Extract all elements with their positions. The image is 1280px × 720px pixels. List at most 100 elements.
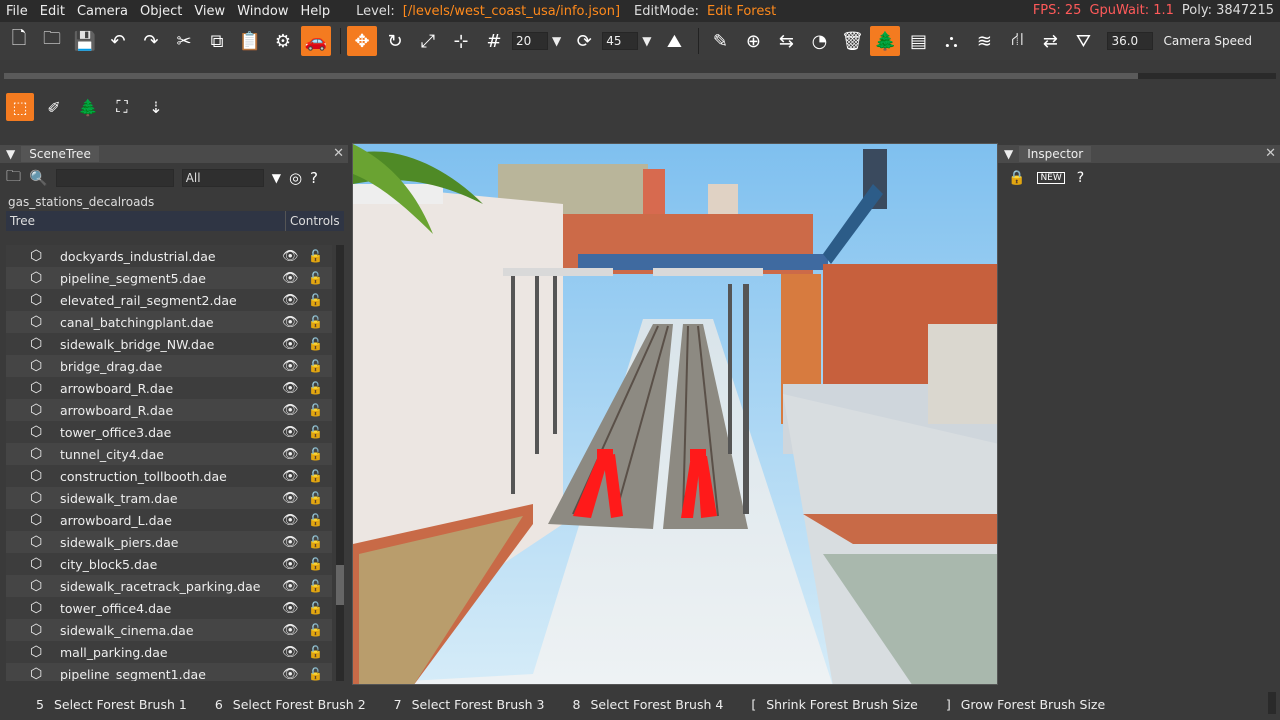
open-folder-icon[interactable]: 🗀 xyxy=(37,26,67,56)
radio-wave-icon[interactable]: ◎ xyxy=(289,169,302,187)
eye-icon[interactable]: 👁 xyxy=(282,513,308,528)
close-icon[interactable]: ✕ xyxy=(1265,146,1276,161)
grid-snap-dropdown-icon[interactable]: ▼ xyxy=(552,34,561,48)
eye-icon[interactable]: 👁 xyxy=(282,249,308,264)
chevron-down-icon[interactable]: ▼ xyxy=(272,171,281,185)
grid-snap-input[interactable]: 20 xyxy=(512,32,548,50)
undo-icon[interactable]: ↶ xyxy=(103,26,133,56)
tree-row[interactable]: ⬡ city_block5.dae 👁 🔓 xyxy=(6,553,332,575)
tree-row[interactable]: ⬡ construction_tollbooth.dae 👁 🔓 xyxy=(6,465,332,487)
eye-icon[interactable]: 👁 xyxy=(282,557,308,572)
water-tool-icon[interactable]: ≋ xyxy=(969,26,999,56)
scale-tool-icon[interactable]: ⤢ xyxy=(413,26,443,56)
road-spline-icon[interactable]: ⛙ xyxy=(1002,26,1032,56)
eye-icon[interactable]: 👁 xyxy=(282,381,308,396)
help-icon[interactable]: ? xyxy=(310,169,318,187)
tree-row[interactable]: ⬡ canal_batchingplant.dae 👁 🔓 xyxy=(6,311,332,333)
add-group-icon[interactable]: 🗀 xyxy=(6,166,21,191)
eye-icon[interactable]: 👁 xyxy=(282,425,308,440)
grid-snap-icon[interactable]: # xyxy=(479,26,509,56)
paste-icon[interactable]: 📋 xyxy=(235,26,265,56)
lock-icon[interactable]: 🔓 xyxy=(308,359,332,373)
3d-viewport[interactable] xyxy=(352,143,998,685)
collapse-icon[interactable]: ▼ xyxy=(6,147,15,161)
move-tool-icon[interactable]: ✥ xyxy=(347,26,377,56)
tree-row[interactable]: ⬡ sidewalk_bridge_NW.dae 👁 🔓 xyxy=(6,333,332,355)
scene-tree-title[interactable]: SceneTree xyxy=(21,146,99,162)
status-scrollbar[interactable] xyxy=(1268,692,1276,714)
forest-select-icon[interactable]: ⬚ xyxy=(6,93,34,121)
tree-row[interactable]: ⬡ dockyards_industrial.dae 👁 🔓 xyxy=(6,245,332,267)
save-icon[interactable]: 💾 xyxy=(70,26,100,56)
eye-icon[interactable]: 👁 xyxy=(282,271,308,286)
lock-icon[interactable]: 🔓 xyxy=(308,447,332,461)
lock-icon[interactable]: 🔓 xyxy=(308,249,332,263)
lock-icon[interactable]: 🔓 xyxy=(308,579,332,593)
tree-row[interactable]: ⬡ mall_parking.dae 👁 🔓 xyxy=(6,641,332,663)
eye-icon[interactable]: 👁 xyxy=(282,447,308,462)
navmesh-icon[interactable]: ⇄ xyxy=(1035,26,1065,56)
pencil-icon[interactable]: ✎ xyxy=(705,26,735,56)
road-tool-icon[interactable]: ⇆ xyxy=(771,26,801,56)
menu-view[interactable]: View xyxy=(194,4,225,19)
collapse-icon[interactable]: ▼ xyxy=(1004,147,1013,161)
eye-icon[interactable]: 👁 xyxy=(282,315,308,330)
lock-icon[interactable]: 🔓 xyxy=(308,667,332,681)
rotation-snap-dropdown-icon[interactable]: ▼ xyxy=(642,34,651,48)
eye-icon[interactable]: 👁 xyxy=(282,337,308,352)
tree-row[interactable]: ⬡ pipeline_segment1.dae 👁 🔓 xyxy=(6,663,332,681)
new-inspector-button[interactable]: NEW xyxy=(1037,172,1065,184)
lock-icon[interactable]: 🔒 xyxy=(1008,170,1025,186)
forest-fit-icon[interactable]: ⇣ xyxy=(142,93,170,121)
tree-row[interactable]: ⬡ pipeline_segment5.dae 👁 🔓 xyxy=(6,267,332,289)
close-icon[interactable]: ✕ xyxy=(333,146,344,161)
tree-row[interactable]: ⬡ tower_office3.dae 👁 🔓 xyxy=(6,421,332,443)
lock-icon[interactable]: 🔓 xyxy=(308,557,332,571)
terrain-paint-icon[interactable]: ▤ xyxy=(903,26,933,56)
lock-icon[interactable]: 🔓 xyxy=(308,271,332,285)
lock-icon[interactable]: 🔓 xyxy=(308,315,332,329)
menu-window[interactable]: Window xyxy=(237,4,288,19)
lock-icon[interactable]: 🔓 xyxy=(308,469,332,483)
tree-row[interactable]: ⬡ arrowboard_R.dae 👁 🔓 xyxy=(6,399,332,421)
lock-icon[interactable]: 🔓 xyxy=(308,535,332,549)
decal-tool-icon[interactable]: ◔ xyxy=(804,26,834,56)
tree-row[interactable]: ⬡ sidewalk_cinema.dae 👁 🔓 xyxy=(6,619,332,641)
menu-file[interactable]: File xyxy=(6,4,28,19)
forest-paint-icon[interactable]: ✐ xyxy=(40,93,68,121)
river-tool-icon[interactable]: ⛛ xyxy=(1068,26,1098,56)
scene-tree-scrollbar[interactable] xyxy=(336,245,344,681)
lock-icon[interactable]: 🔓 xyxy=(308,337,332,351)
redo-icon[interactable]: ↷ xyxy=(136,26,166,56)
eye-icon[interactable]: 👁 xyxy=(282,359,308,374)
scroll-thumb[interactable] xyxy=(336,565,344,605)
menu-help[interactable]: Help xyxy=(300,4,330,19)
eye-icon[interactable]: 👁 xyxy=(282,403,308,418)
menu-object[interactable]: Object xyxy=(140,4,182,19)
eye-icon[interactable]: 👁 xyxy=(282,601,308,616)
lock-icon[interactable]: 🔓 xyxy=(308,601,332,615)
inspector-title[interactable]: Inspector xyxy=(1019,146,1092,162)
scroll-thumb[interactable] xyxy=(4,73,1138,79)
settings-gear-icon[interactable]: ⚙ xyxy=(268,26,298,56)
eye-icon[interactable]: 👁 xyxy=(282,667,308,682)
tree-row[interactable]: ⬡ tunnel_city4.dae 👁 🔓 xyxy=(6,443,332,465)
lock-icon[interactable]: 🔓 xyxy=(308,645,332,659)
tree-row[interactable]: ⬡ bridge_drag.dae 👁 🔓 xyxy=(6,355,332,377)
column-controls[interactable]: Controls xyxy=(286,211,344,231)
eye-icon[interactable]: 👁 xyxy=(282,623,308,638)
scene-tree-filter-select[interactable]: All xyxy=(181,169,264,187)
rotation-snap-icon[interactable]: ⟳ xyxy=(569,26,599,56)
eye-icon[interactable]: 👁 xyxy=(282,491,308,506)
forest-erase-selected-icon[interactable]: ⛶ xyxy=(108,93,136,121)
eye-icon[interactable]: 👁 xyxy=(282,535,308,550)
lock-icon[interactable]: 🔓 xyxy=(308,491,332,505)
add-object-icon[interactable]: ⊕ xyxy=(738,26,768,56)
menu-edit[interactable]: Edit xyxy=(40,4,65,19)
lock-icon[interactable]: 🔓 xyxy=(308,513,332,527)
mesh-tool-icon[interactable]: ⛬ xyxy=(936,26,966,56)
tree-row[interactable]: ⬡ sidewalk_racetrack_parking.dae 👁 🔓 xyxy=(6,575,332,597)
copy-icon[interactable]: ⧉ xyxy=(202,26,232,56)
lock-icon[interactable]: 🔓 xyxy=(308,293,332,307)
tree-row[interactable]: ⬡ arrowboard_L.dae 👁 🔓 xyxy=(6,509,332,531)
